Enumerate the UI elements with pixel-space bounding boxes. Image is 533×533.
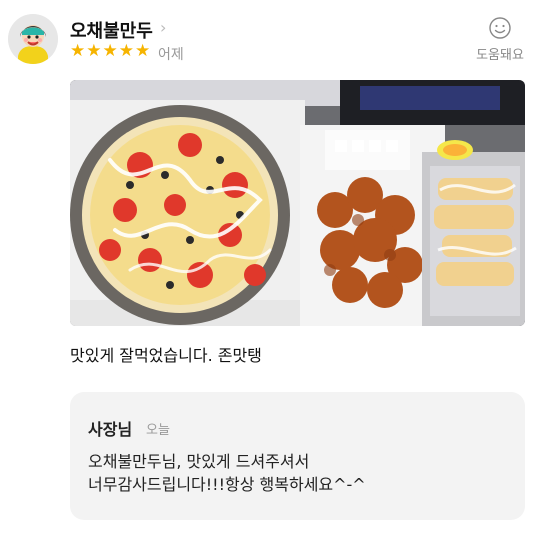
reply-title: 사장님 [88, 420, 133, 439]
review-text: 맛있게 잘먹었습니다. 존맛탱 [70, 346, 262, 365]
star-icon: ★ [102, 41, 118, 61]
star-icon: ★ [135, 41, 151, 61]
rating-stars: ★ ★ ★ ★ ★ [70, 42, 150, 60]
food-photo-illustration [70, 80, 525, 326]
star-icon: ★ [70, 41, 86, 61]
reply-line: 너무감사드립니다!!!항상 행복하세요^-^ [88, 475, 366, 494]
avatar[interactable] [8, 14, 58, 64]
reply-line: 오채불만두님, 맛있게 드셔주셔서 [88, 452, 310, 471]
helpful-button[interactable]: 도움돼요 [468, 16, 532, 63]
review-header: 오채불만두 › ★ ★ ★ ★ ★ 어제 도움돼요 [0, 0, 533, 72]
owner-reply: 사장님 오늘 오채불만두님, 맛있게 드셔주셔서 너무감사드립니다!!!항상 행… [70, 392, 525, 520]
smiley-icon [489, 17, 511, 39]
star-icon: ★ [86, 41, 102, 61]
helpful-label: 도움돼요 [476, 48, 524, 63]
star-icon: ★ [118, 41, 134, 61]
review-photo[interactable] [70, 80, 525, 326]
review-date: 어제 [158, 47, 184, 63]
reply-date: 오늘 [146, 423, 170, 438]
reviewer-name[interactable]: 오채불만두 [70, 17, 153, 43]
reply-text: 오채불만두님, 맛있게 드셔주셔서 너무감사드립니다!!!항상 행복하세요^-^ [88, 450, 508, 496]
chevron-right-icon[interactable]: › [160, 18, 166, 37]
avatar-image [8, 14, 58, 64]
